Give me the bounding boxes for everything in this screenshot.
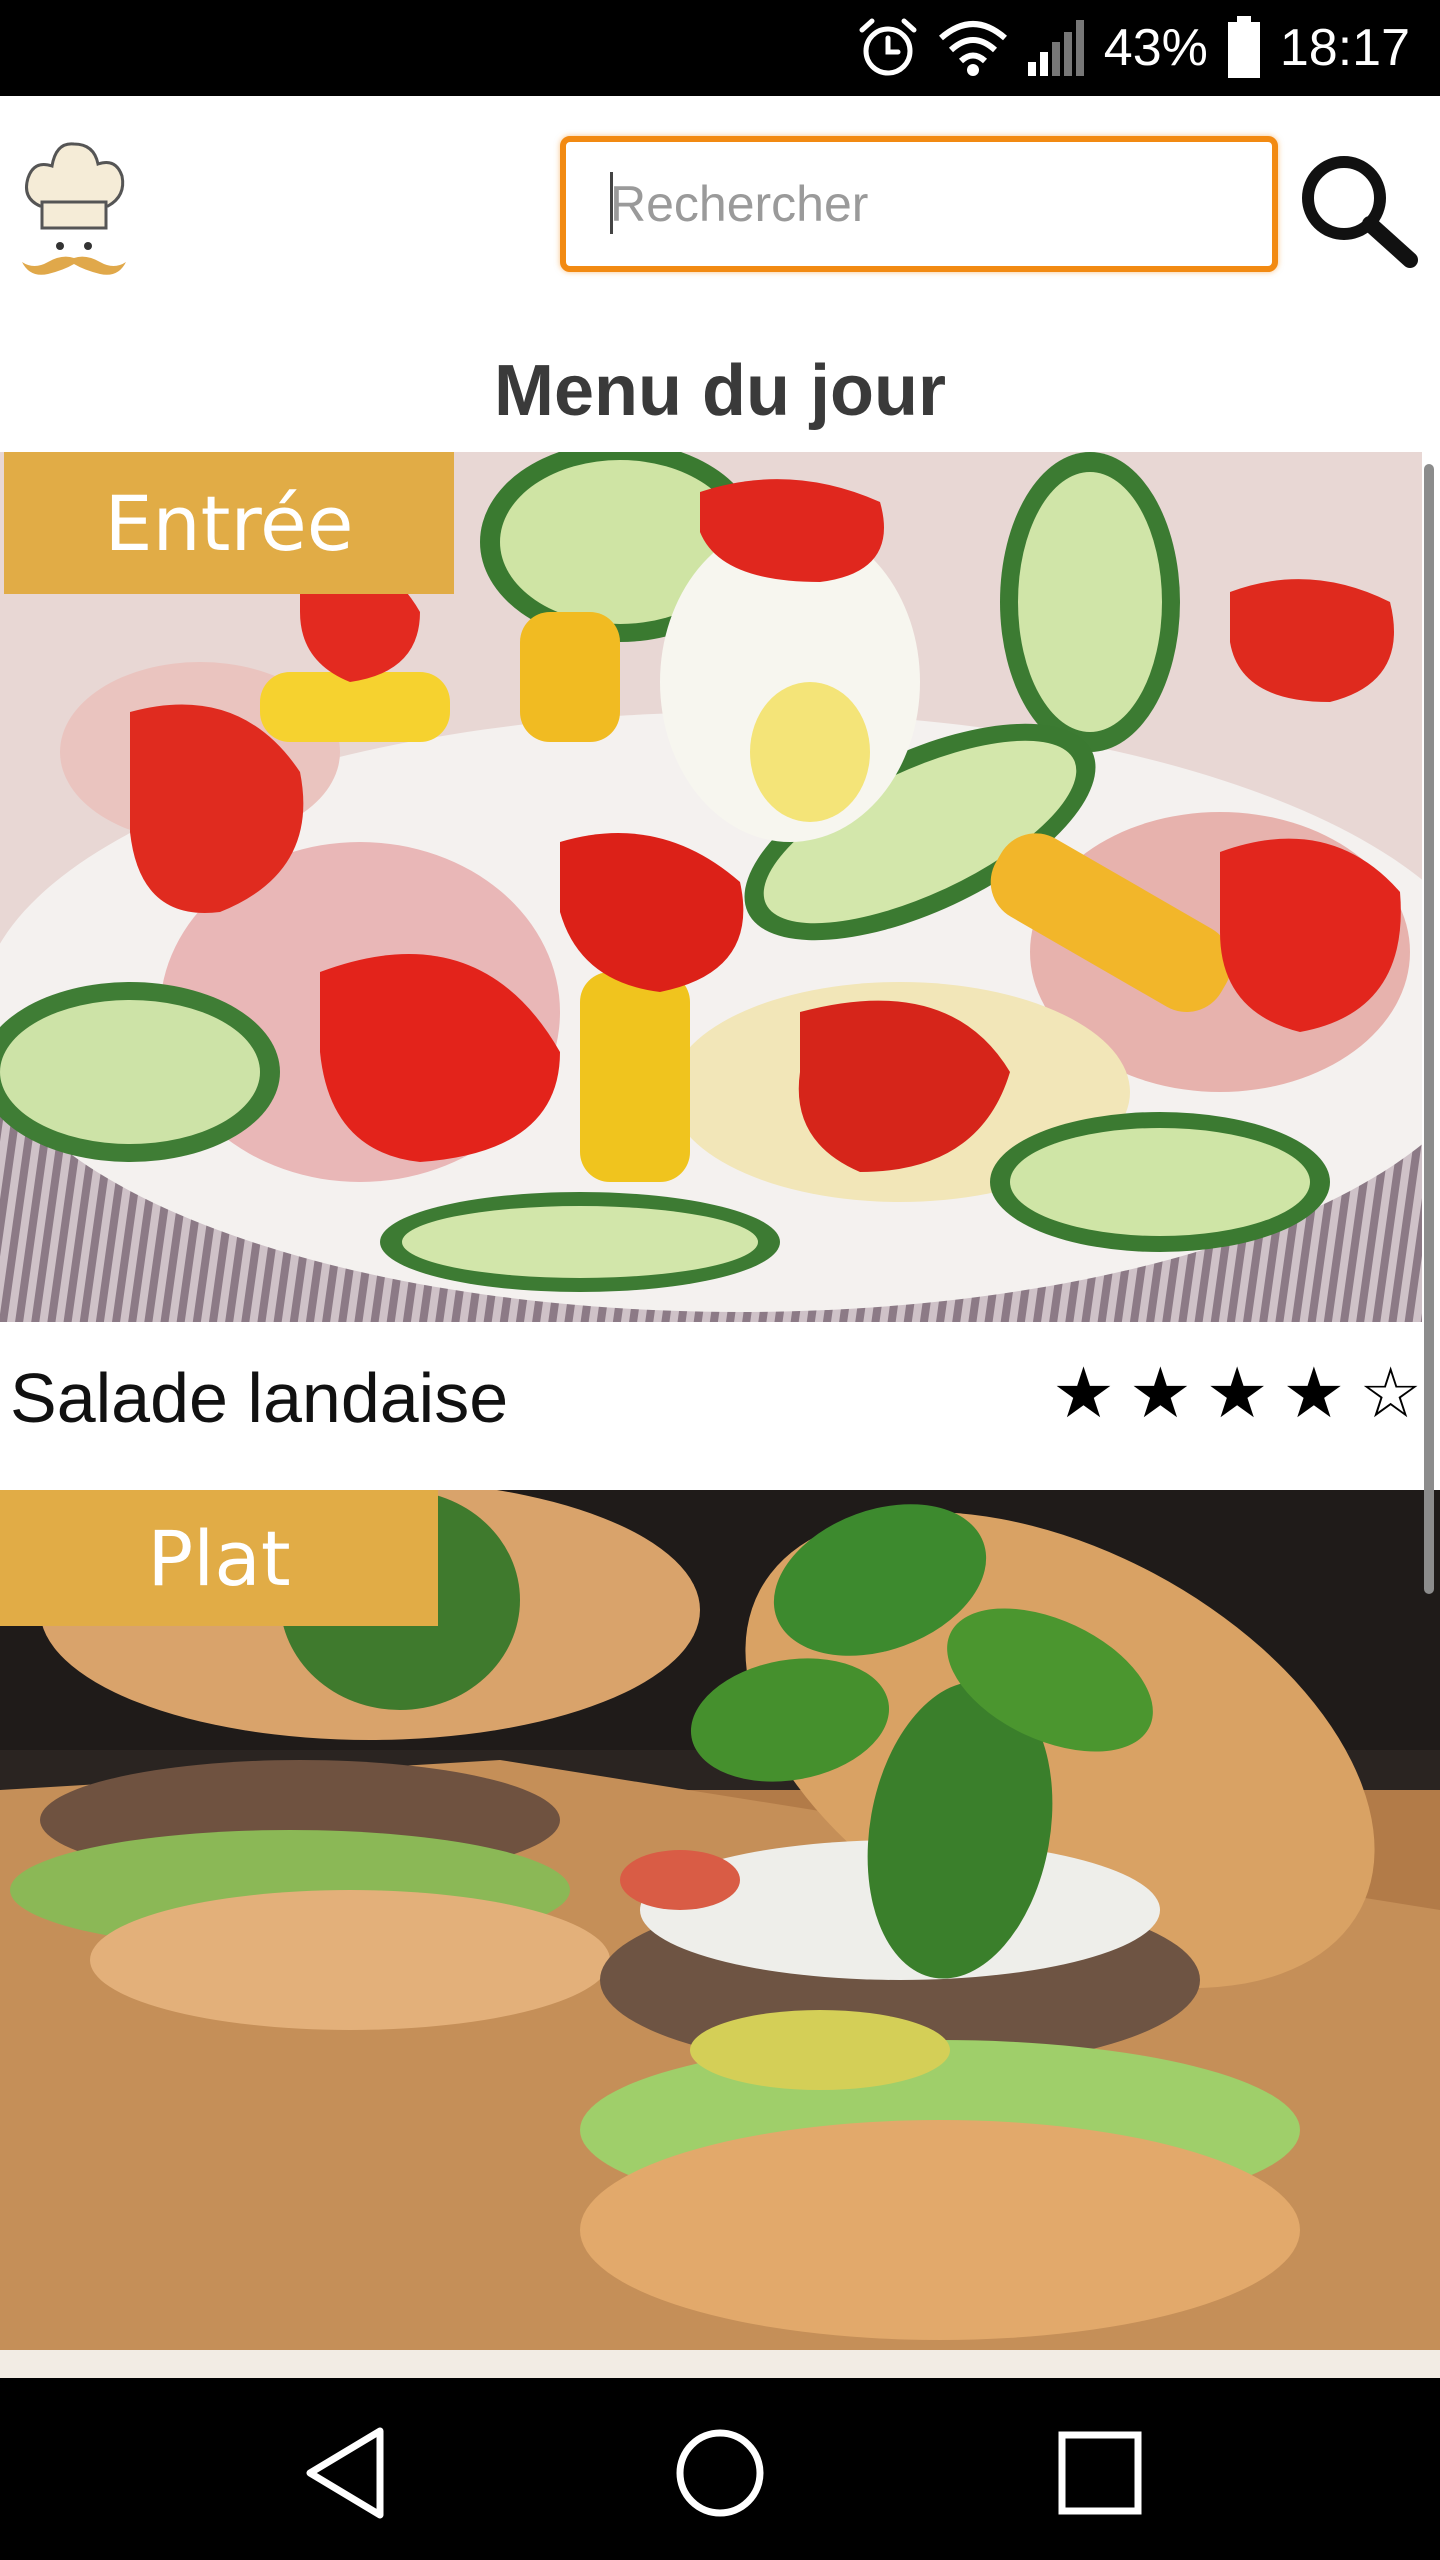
navigation-bar: [0, 2378, 1440, 2560]
recents-icon: [1058, 2431, 1142, 2515]
magnifier-icon: [1302, 156, 1418, 268]
dish-row[interactable]: Salade landaise ★ ★ ★ ★ ☆: [0, 1322, 1422, 1490]
star-filled-icon: ★: [1128, 1352, 1192, 1434]
battery-percent: 43%: [1103, 19, 1208, 77]
page-title: Menu du jour: [494, 351, 946, 431]
star-filled-icon: ★: [1282, 1352, 1346, 1434]
alarm-icon: [856, 16, 920, 80]
star-empty-icon: ☆: [1359, 1352, 1422, 1434]
search-button[interactable]: [1292, 146, 1422, 276]
text-cursor: [610, 172, 613, 234]
chef-hat-logo[interactable]: [18, 136, 128, 286]
status-bar: 43% 18:17: [0, 0, 1440, 96]
app-header: [0, 96, 1440, 326]
star-rating: ★ ★ ★ ★ ☆: [1052, 1358, 1422, 1428]
category-label-plat: Plat: [0, 1490, 438, 1626]
star-filled-icon: ★: [1205, 1352, 1269, 1434]
clock: 18:17: [1279, 19, 1410, 77]
category-label-entree: Entrée: [4, 452, 454, 594]
back-button[interactable]: [290, 2418, 400, 2528]
dish-name: Salade landaise: [10, 1359, 509, 1437]
search-box[interactable]: [560, 136, 1278, 272]
status-icons: 43% 18:17: [856, 14, 1410, 82]
back-icon: [306, 2427, 384, 2519]
home-icon: [676, 2429, 764, 2517]
recents-button[interactable]: [1045, 2418, 1155, 2528]
scrollbar[interactable]: [1424, 464, 1434, 1594]
home-button[interactable]: [665, 2418, 775, 2528]
battery-icon: [1226, 16, 1262, 80]
search-input[interactable]: [566, 142, 1272, 266]
wifi-icon: [938, 18, 1008, 78]
star-filled-icon: ★: [1052, 1352, 1115, 1434]
signal-icon: [1026, 18, 1086, 78]
